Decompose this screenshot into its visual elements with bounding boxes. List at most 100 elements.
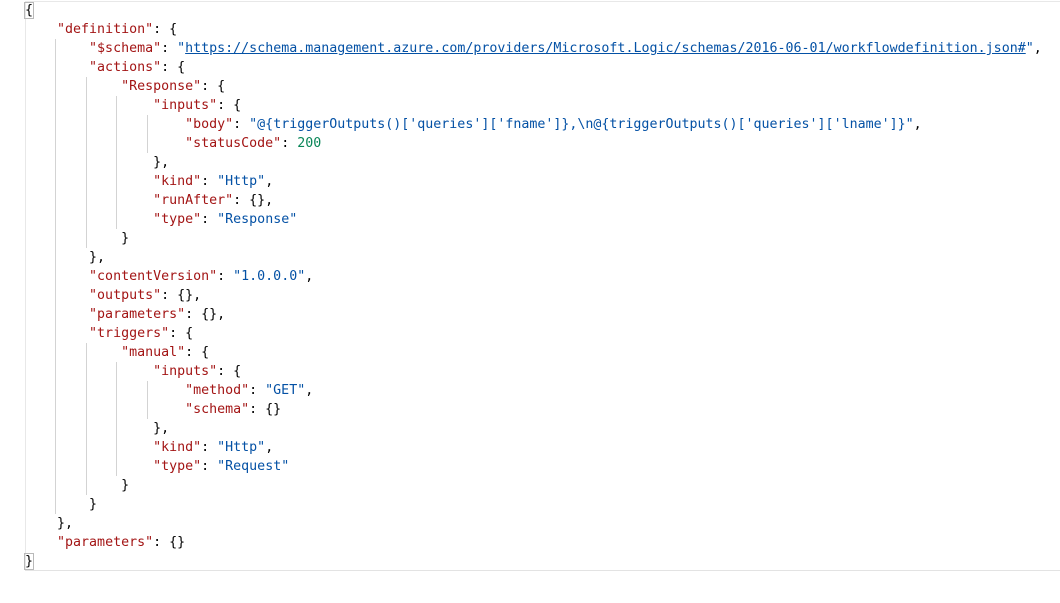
indent-guide bbox=[55, 286, 57, 305]
json-url-link[interactable]: https://schema.management.azure.com/prov… bbox=[185, 41, 1026, 56]
json-punctuation: : bbox=[233, 117, 250, 132]
json-string: "1.0.0.0" bbox=[233, 269, 306, 284]
code-line[interactable]: "outputs": {}, bbox=[25, 286, 1042, 305]
json-punctuation: , bbox=[1033, 41, 1042, 56]
json-string: "Response" bbox=[217, 212, 298, 227]
json-punctuation: : { bbox=[185, 345, 210, 360]
code-line[interactable]: } bbox=[25, 495, 1042, 514]
indent-guide bbox=[55, 419, 57, 438]
json-punctuation: : bbox=[161, 41, 178, 56]
code-area[interactable]: { "definition": { "$schema": "https://sc… bbox=[23, 1, 1042, 571]
json-punctuation bbox=[25, 345, 121, 360]
json-punctuation: : { bbox=[217, 364, 242, 379]
json-string: "Request" bbox=[217, 459, 290, 474]
indent-guide bbox=[55, 96, 57, 115]
code-line[interactable]: "runAfter": {}, bbox=[25, 191, 1042, 210]
indent-guide bbox=[55, 400, 57, 419]
code-line[interactable]: }, bbox=[25, 248, 1042, 267]
code-line[interactable]: } bbox=[25, 476, 1042, 495]
json-key: "inputs" bbox=[153, 98, 218, 113]
json-string: " bbox=[177, 41, 186, 56]
indent-guide bbox=[55, 438, 57, 457]
json-punctuation: }, bbox=[25, 155, 170, 170]
json-key: "inputs" bbox=[153, 364, 218, 379]
code-line[interactable]: "type": "Request" bbox=[25, 457, 1042, 476]
code-line[interactable]: "type": "Response" bbox=[25, 210, 1042, 229]
json-key: "type" bbox=[153, 212, 202, 227]
indent-guide bbox=[85, 96, 87, 115]
json-string: "Http" bbox=[217, 174, 266, 189]
indent-guide bbox=[55, 248, 57, 267]
code-line[interactable]: "Response": { bbox=[25, 77, 1042, 96]
code-line[interactable]: "kind": "Http", bbox=[25, 438, 1042, 457]
indent-guide bbox=[85, 134, 87, 153]
indent-guide bbox=[116, 96, 118, 115]
json-key: "method" bbox=[185, 383, 250, 398]
code-line[interactable]: "definition": { bbox=[25, 20, 1042, 39]
code-line[interactable]: } bbox=[25, 229, 1042, 248]
json-punctuation bbox=[25, 79, 121, 94]
json-punctuation bbox=[25, 440, 153, 455]
indent-guide bbox=[85, 457, 87, 476]
json-punctuation: : {}, bbox=[185, 307, 226, 322]
matched-bracket: { bbox=[23, 2, 35, 19]
code-line[interactable]: "kind": "Http", bbox=[25, 172, 1042, 191]
json-key: "type" bbox=[153, 459, 202, 474]
json-key: "manual" bbox=[121, 345, 186, 360]
code-line[interactable]: "manual": { bbox=[25, 343, 1042, 362]
code-line[interactable]: "parameters": {} bbox=[25, 533, 1042, 552]
code-line[interactable]: "contentVersion": "1.0.0.0", bbox=[25, 267, 1042, 286]
json-punctuation bbox=[25, 41, 89, 56]
json-punctuation bbox=[25, 402, 185, 417]
json-punctuation: , bbox=[305, 269, 314, 284]
json-punctuation: : { bbox=[161, 60, 186, 75]
code-line[interactable]: "inputs": { bbox=[25, 362, 1042, 381]
json-punctuation: : bbox=[201, 174, 218, 189]
indent-guide bbox=[116, 419, 118, 438]
code-line[interactable]: }, bbox=[25, 419, 1042, 438]
code-line[interactable]: "statusCode": 200 bbox=[25, 134, 1042, 153]
indent-guide bbox=[146, 134, 148, 153]
code-line[interactable]: } bbox=[23, 552, 1042, 571]
code-line[interactable]: { bbox=[23, 1, 1042, 20]
json-key: "$schema" bbox=[89, 41, 162, 56]
indent-guide bbox=[116, 191, 118, 210]
json-punctuation: , bbox=[913, 117, 922, 132]
code-line[interactable]: "$schema": "https://schema.management.az… bbox=[25, 39, 1042, 58]
json-code-editor[interactable]: { "definition": { "$schema": "https://sc… bbox=[0, 0, 1060, 572]
indent-guide bbox=[85, 438, 87, 457]
code-line[interactable]: }, bbox=[25, 153, 1042, 172]
code-line[interactable]: }, bbox=[25, 514, 1042, 533]
json-key: "parameters" bbox=[57, 535, 154, 550]
indent-guide bbox=[85, 362, 87, 381]
json-punctuation: : { bbox=[169, 326, 194, 341]
code-line[interactable]: "inputs": { bbox=[25, 96, 1042, 115]
code-line[interactable]: "method": "GET", bbox=[25, 381, 1042, 400]
json-punctuation bbox=[25, 174, 153, 189]
indent-guide bbox=[116, 153, 118, 172]
indent-guide bbox=[55, 115, 57, 134]
indent-guide bbox=[85, 229, 87, 248]
code-line[interactable]: "body": "@{triggerOutputs()['queries']['… bbox=[25, 115, 1042, 134]
json-punctuation bbox=[25, 98, 153, 113]
indent-guide bbox=[55, 362, 57, 381]
indent-guide bbox=[55, 58, 57, 77]
code-line[interactable]: "schema": {} bbox=[25, 400, 1042, 419]
json-punctuation: }, bbox=[25, 421, 170, 436]
json-punctuation: : bbox=[281, 136, 298, 151]
json-punctuation: , bbox=[265, 440, 274, 455]
indent-guide bbox=[55, 476, 57, 495]
json-key: "contentVersion" bbox=[89, 269, 218, 284]
json-string: "GET" bbox=[265, 383, 306, 398]
json-key: "Response" bbox=[121, 79, 202, 94]
json-punctuation bbox=[25, 193, 153, 208]
code-line[interactable]: "parameters": {}, bbox=[25, 305, 1042, 324]
json-key: "triggers" bbox=[89, 326, 170, 341]
code-line[interactable]: "triggers": { bbox=[25, 324, 1042, 343]
indent-guide bbox=[85, 115, 87, 134]
json-punctuation bbox=[25, 269, 89, 284]
indent-guide bbox=[55, 210, 57, 229]
json-punctuation: : bbox=[249, 383, 266, 398]
code-line[interactable]: "actions": { bbox=[25, 58, 1042, 77]
indent-guide bbox=[146, 115, 148, 134]
